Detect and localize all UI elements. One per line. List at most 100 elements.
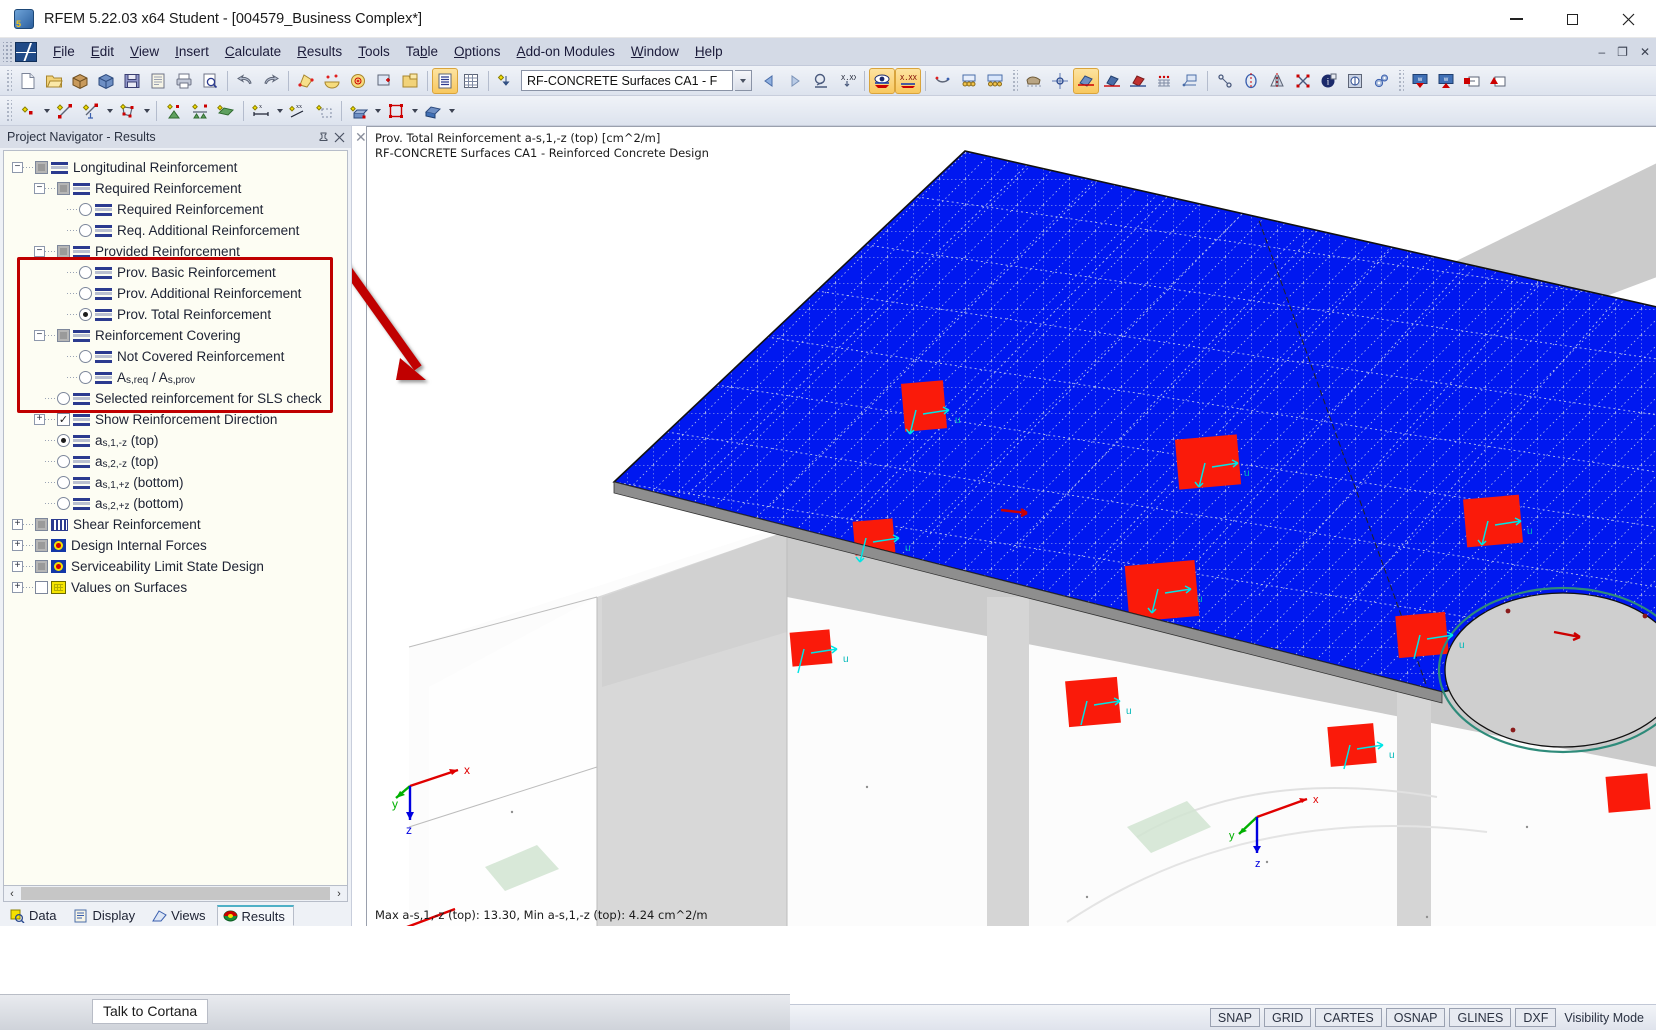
export-icon[interactable] <box>1459 68 1485 94</box>
tree-item[interactable]: +Values on Surfaces <box>4 577 347 598</box>
result-numbers-icon[interactable]: X.XX <box>895 68 921 94</box>
solid-icon[interactable] <box>346 98 372 124</box>
tree-item[interactable]: as,2,+z (bottom) <box>4 493 347 514</box>
settings-printer-icon[interactable] <box>1342 68 1368 94</box>
polyline-icon[interactable] <box>115 98 141 124</box>
node-icon[interactable] <box>15 98 41 124</box>
tree-item[interactable]: +Serviceability Limit State Design <box>4 556 347 577</box>
tree-item[interactable]: −Reinforcement Covering <box>4 325 347 346</box>
tree-item[interactable]: −Provided Reinforcement <box>4 241 347 262</box>
member-dropdown[interactable] <box>446 98 457 124</box>
surface-results-icon[interactable] <box>982 68 1008 94</box>
tree-item[interactable]: −Longitudinal Reinforcement <box>4 157 347 178</box>
measure-icon[interactable] <box>1212 68 1238 94</box>
result-values-icon[interactable]: X.XX <box>834 68 860 94</box>
info-icon[interactable]: i <box>1316 68 1342 94</box>
tree-item[interactable]: −Required Reinforcement <box>4 178 347 199</box>
tree-item[interactable]: +Design Internal Forces <box>4 535 347 556</box>
menu-addon-modules[interactable]: Add-on Modules <box>509 41 623 62</box>
radio-button[interactable] <box>57 455 70 468</box>
dimension-line-icon[interactable] <box>78 98 104 124</box>
menu-view[interactable]: View <box>122 41 167 62</box>
render-smooth-icon[interactable] <box>1021 68 1047 94</box>
radio-button[interactable] <box>79 224 92 237</box>
status-grid[interactable]: GRID <box>1264 1008 1311 1027</box>
tables-grid-icon[interactable] <box>458 68 484 94</box>
toolbar-grip-handle-2[interactable] <box>1011 70 1018 92</box>
tree-item[interactable]: +Shear Reinforcement <box>4 514 347 535</box>
checkbox[interactable] <box>57 245 70 258</box>
collapse-icon[interactable]: − <box>34 183 45 194</box>
node-dropdown[interactable] <box>41 98 52 124</box>
export-2-icon[interactable] <box>1485 68 1511 94</box>
scroll-thumb[interactable] <box>21 887 330 900</box>
dimension-dropdown[interactable] <box>274 98 285 124</box>
line-icon[interactable] <box>52 98 78 124</box>
dimension-icon[interactable]: x <box>248 98 274 124</box>
menu-table[interactable]: Table <box>398 41 446 62</box>
status-snap[interactable]: SNAP <box>1210 1008 1260 1027</box>
view-yz-icon[interactable] <box>1125 68 1151 94</box>
deformation-icon[interactable] <box>930 68 956 94</box>
tree-item[interactable]: Required Reinforcement <box>4 199 347 220</box>
pin-icon[interactable] <box>315 129 331 145</box>
radio-button[interactable] <box>57 497 70 510</box>
support-line-icon[interactable] <box>187 98 213 124</box>
render-model-icon[interactable] <box>293 68 319 94</box>
save-package-icon[interactable] <box>93 68 119 94</box>
tree-item[interactable]: Prov. Additional Reinforcement <box>4 283 347 304</box>
mesh-points-icon[interactable] <box>1047 68 1073 94</box>
results-tree[interactable]: −Longitudinal Reinforcement−Required Rei… <box>3 150 348 886</box>
snap-node-icon[interactable] <box>1290 68 1316 94</box>
tree-item[interactable]: as,2,-z (top) <box>4 451 347 472</box>
mdi-minimize-button[interactable]: – <box>1596 45 1607 59</box>
status-glines[interactable]: GLINES <box>1449 1008 1511 1027</box>
open-file-icon[interactable] <box>41 68 67 94</box>
tree-item[interactable]: As,req / As,prov <box>4 367 347 388</box>
status-dxf[interactable]: DXF <box>1515 1008 1556 1027</box>
menu-tools[interactable]: Tools <box>350 41 398 62</box>
undo-icon[interactable] <box>232 68 258 94</box>
next-case-icon[interactable] <box>782 68 808 94</box>
checkbox[interactable] <box>57 182 70 195</box>
menu-grip-handle[interactable] <box>3 42 13 62</box>
tree-horizontal-scrollbar[interactable]: ‹ › <box>3 886 348 902</box>
tree-item[interactable]: Prov. Basic Reinforcement <box>4 262 347 283</box>
view-xz-icon[interactable] <box>1099 68 1125 94</box>
tree-item[interactable]: as,1,+z (bottom) <box>4 472 347 493</box>
menu-insert[interactable]: Insert <box>167 41 217 62</box>
notes-icon[interactable] <box>145 68 171 94</box>
checkbox[interactable] <box>35 539 48 552</box>
minimize-button[interactable] <box>1488 0 1544 38</box>
toolbar-grip-handle-3[interactable] <box>1397 70 1404 92</box>
collapse-icon[interactable]: − <box>34 330 45 341</box>
radio-button[interactable] <box>79 287 92 300</box>
visibility-cut-icon[interactable] <box>319 68 345 94</box>
scroll-left-button[interactable]: ‹ <box>4 887 20 901</box>
tree-item[interactable]: Prov. Total Reinforcement <box>4 304 347 325</box>
save-icon[interactable] <box>119 68 145 94</box>
new-view-icon[interactable] <box>371 68 397 94</box>
checkbox[interactable] <box>35 161 48 174</box>
viewport-close-icon[interactable]: ✕ <box>355 129 367 146</box>
viewport-canvas[interactable]: Prov. Total Reinforcement a-s,1,-z (top)… <box>366 126 1656 926</box>
member-icon[interactable] <box>420 98 446 124</box>
open-folder-view-icon[interactable] <box>397 68 423 94</box>
mdi-restore-button[interactable]: ❐ <box>1615 45 1630 59</box>
radio-button[interactable] <box>79 203 92 216</box>
show-results-icon[interactable] <box>869 68 895 94</box>
checkbox[interactable] <box>57 329 70 342</box>
mirror-icon[interactable] <box>1264 68 1290 94</box>
results-magnifier-icon[interactable] <box>808 68 834 94</box>
menu-file[interactable]: File <box>45 41 83 62</box>
checkbox[interactable] <box>35 518 48 531</box>
tab-data[interactable]: Data <box>4 905 65 926</box>
radio-button[interactable] <box>57 392 70 405</box>
expand-icon[interactable]: + <box>34 414 45 425</box>
print-icon[interactable] <box>171 68 197 94</box>
collapse-icon[interactable]: − <box>12 162 23 173</box>
printout-report-icon[interactable]: w <box>1407 68 1433 94</box>
close-icon[interactable] <box>331 129 347 145</box>
radio-button[interactable] <box>79 371 92 384</box>
grid-points-icon[interactable] <box>1151 68 1177 94</box>
